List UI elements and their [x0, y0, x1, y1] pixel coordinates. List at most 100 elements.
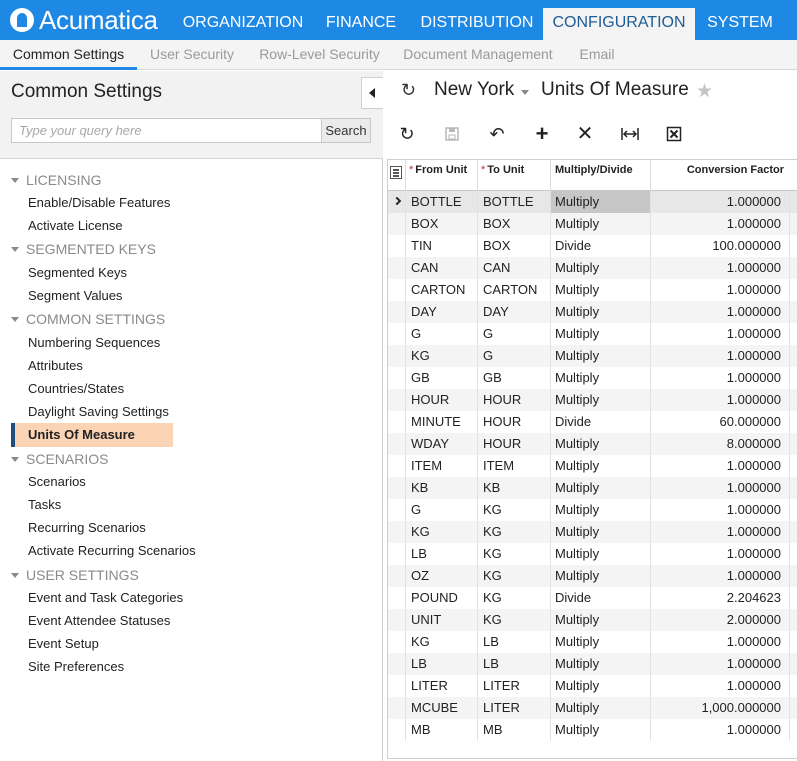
collapse-sidebar-button[interactable] [361, 77, 383, 109]
from-unit-cell[interactable]: OZ [406, 565, 478, 587]
from-unit-cell[interactable]: MB [406, 719, 478, 741]
table-row[interactable]: CARTON CARTON Multiply 1.000000 [388, 279, 797, 301]
row-selector[interactable] [388, 323, 406, 345]
from-unit-cell[interactable]: KG [406, 631, 478, 653]
to-unit-cell[interactable]: GB [478, 367, 551, 389]
row-selector[interactable] [388, 235, 406, 257]
table-row[interactable]: MINUTE HOUR Divide 60.000000 [388, 411, 797, 433]
table-row[interactable]: LB KG Multiply 1.000000 [388, 543, 797, 565]
sidebar-item-tasks[interactable]: Tasks [28, 495, 61, 515]
row-selector[interactable] [388, 499, 406, 521]
row-selector[interactable] [388, 675, 406, 697]
multiply-divide-cell[interactable]: Multiply [551, 631, 651, 653]
sidebar-item-daylight-saving-settings[interactable]: Daylight Saving Settings [28, 402, 169, 422]
conversion-factor-cell[interactable]: 1.000000 [651, 675, 790, 697]
table-row[interactable]: GB GB Multiply 1.000000 [388, 367, 797, 389]
multiply-divide-cell[interactable]: Multiply [551, 191, 651, 213]
multiply-divide-cell[interactable]: Multiply [551, 697, 651, 719]
multiply-divide-cell[interactable]: Multiply [551, 367, 651, 389]
conversion-factor-cell[interactable]: 1.000000 [651, 301, 790, 323]
table-row[interactable]: POUND KG Divide 2.204623 [388, 587, 797, 609]
multiply-divide-cell[interactable]: Multiply [551, 389, 651, 411]
row-selector[interactable] [388, 455, 406, 477]
multiply-divide-cell[interactable]: Multiply [551, 213, 651, 235]
multiply-divide-cell[interactable]: Multiply [551, 301, 651, 323]
from-unit-cell[interactable]: WDAY [406, 433, 478, 455]
add-row-icon[interactable]: + [531, 123, 553, 145]
top-tab-distribution[interactable]: DISTRIBUTION [412, 8, 542, 40]
sub-tab-email[interactable]: Email [570, 40, 624, 70]
top-tab-organization[interactable]: ORGANIZATION [176, 8, 310, 40]
conversion-factor-cell[interactable]: 2.000000 [651, 609, 790, 631]
save-icon[interactable] [441, 123, 463, 145]
row-selector[interactable] [388, 411, 406, 433]
to-unit-cell[interactable]: CAN [478, 257, 551, 279]
search-button[interactable]: Search [321, 119, 370, 142]
from-unit-cell[interactable]: KG [406, 345, 478, 367]
conversion-factor-cell[interactable]: 1.000000 [651, 345, 790, 367]
sidebar-item-units-of-measure[interactable]: Units Of Measure [11, 423, 173, 447]
to-unit-cell[interactable]: KB [478, 477, 551, 499]
multiply-divide-cell[interactable]: Multiply [551, 499, 651, 521]
sidebar-item-segment-values[interactable]: Segment Values [28, 286, 122, 306]
multiply-divide-cell[interactable]: Multiply [551, 719, 651, 741]
conversion-factor-cell[interactable]: 100.000000 [651, 235, 790, 257]
from-unit-cell[interactable]: UNIT [406, 609, 478, 631]
row-selector[interactable] [388, 213, 406, 235]
column-header-to-unit[interactable]: * To Unit [478, 160, 551, 191]
sidebar-item-attributes[interactable]: Attributes [28, 356, 83, 376]
table-row[interactable]: DAY DAY Multiply 1.000000 [388, 301, 797, 323]
to-unit-cell[interactable]: MB [478, 719, 551, 741]
from-unit-cell[interactable]: G [406, 323, 478, 345]
from-unit-cell[interactable]: GB [406, 367, 478, 389]
search-input[interactable] [12, 119, 320, 142]
table-row[interactable]: WDAY HOUR Multiply 8.000000 [388, 433, 797, 455]
row-selector[interactable] [388, 543, 406, 565]
star-icon[interactable]: ★ [696, 80, 713, 103]
sub-tab-row-level-security[interactable]: Row-Level Security [252, 40, 387, 70]
sidebar-item-scenarios[interactable]: Scenarios [28, 472, 86, 492]
to-unit-cell[interactable]: BOX [478, 235, 551, 257]
table-row[interactable]: KG KG Multiply 1.000000 [388, 521, 797, 543]
multiply-divide-cell[interactable]: Multiply [551, 653, 651, 675]
to-unit-cell[interactable]: DAY [478, 301, 551, 323]
refresh-icon[interactable]: ↻ [396, 123, 418, 145]
multiply-divide-cell[interactable]: Multiply [551, 543, 651, 565]
table-row[interactable]: OZ KG Multiply 1.000000 [388, 565, 797, 587]
row-selector[interactable] [388, 609, 406, 631]
table-row[interactable]: MCUBE LITER Multiply 1,000.000000 [388, 697, 797, 719]
multiply-divide-cell[interactable]: Multiply [551, 565, 651, 587]
refresh-icon[interactable]: ↻ [401, 80, 419, 100]
to-unit-cell[interactable]: HOUR [478, 389, 551, 411]
from-unit-cell[interactable]: BOTTLE [406, 191, 478, 213]
sidebar-item-site-preferences[interactable]: Site Preferences [28, 657, 124, 677]
row-selector[interactable] [388, 697, 406, 719]
row-selector[interactable] [388, 279, 406, 301]
row-selector[interactable] [388, 521, 406, 543]
from-unit-cell[interactable]: CAN [406, 257, 478, 279]
to-unit-cell[interactable]: G [478, 323, 551, 345]
multiply-divide-cell[interactable]: Multiply [551, 345, 651, 367]
conversion-factor-cell[interactable]: 1.000000 [651, 477, 790, 499]
to-unit-cell[interactable]: BOX [478, 213, 551, 235]
conversion-factor-cell[interactable]: 1.000000 [651, 631, 790, 653]
multiply-divide-cell[interactable]: Multiply [551, 433, 651, 455]
table-row[interactable]: ITEM ITEM Multiply 1.000000 [388, 455, 797, 477]
row-selector[interactable] [388, 565, 406, 587]
branch-selector[interactable]: New York [434, 79, 514, 101]
to-unit-cell[interactable]: KG [478, 565, 551, 587]
row-selector[interactable] [388, 587, 406, 609]
nav-group-scenarios[interactable]: SCENARIOS [11, 449, 108, 469]
row-selector[interactable] [388, 433, 406, 455]
conversion-factor-cell[interactable]: 1.000000 [651, 279, 790, 301]
conversion-factor-cell[interactable]: 1.000000 [651, 543, 790, 565]
table-row[interactable]: LITER LITER Multiply 1.000000 [388, 675, 797, 697]
from-unit-cell[interactable]: LB [406, 543, 478, 565]
chevron-down-icon[interactable] [521, 90, 529, 95]
multiply-divide-cell[interactable]: Multiply [551, 455, 651, 477]
sidebar-item-segmented-keys[interactable]: Segmented Keys [28, 263, 127, 283]
conversion-factor-cell[interactable]: 8.000000 [651, 433, 790, 455]
conversion-factor-cell[interactable]: 1.000000 [651, 565, 790, 587]
from-unit-cell[interactable]: MINUTE [406, 411, 478, 433]
table-row[interactable]: BOTTLE BOTTLE Multiply 1.000000 [388, 191, 797, 213]
